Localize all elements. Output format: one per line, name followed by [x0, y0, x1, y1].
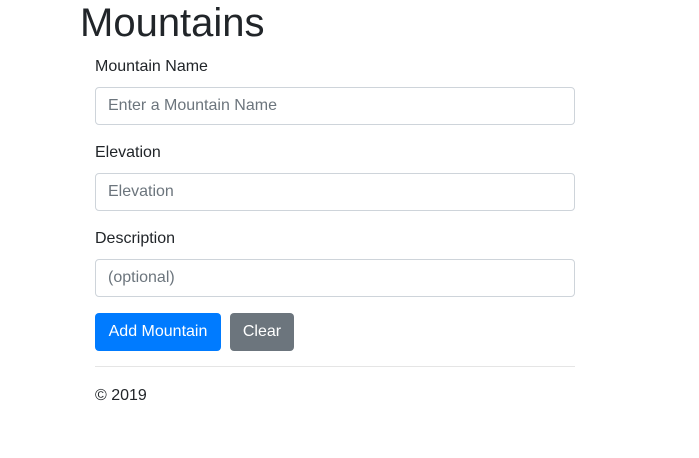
clear-button[interactable]: Clear [230, 313, 294, 351]
mountain-name-input[interactable] [95, 87, 575, 125]
page-title: Mountains [80, 1, 265, 45]
elevation-input[interactable] [95, 173, 575, 211]
divider [95, 366, 575, 367]
footer-copyright: © 2019 [95, 387, 147, 404]
add-mountain-button[interactable]: Add Mountain [95, 313, 221, 351]
elevation-label: Elevation [95, 144, 161, 161]
description-label: Description [95, 230, 176, 247]
description-input[interactable] [95, 259, 575, 297]
mountain-name-label: Mountain Name [95, 58, 208, 75]
